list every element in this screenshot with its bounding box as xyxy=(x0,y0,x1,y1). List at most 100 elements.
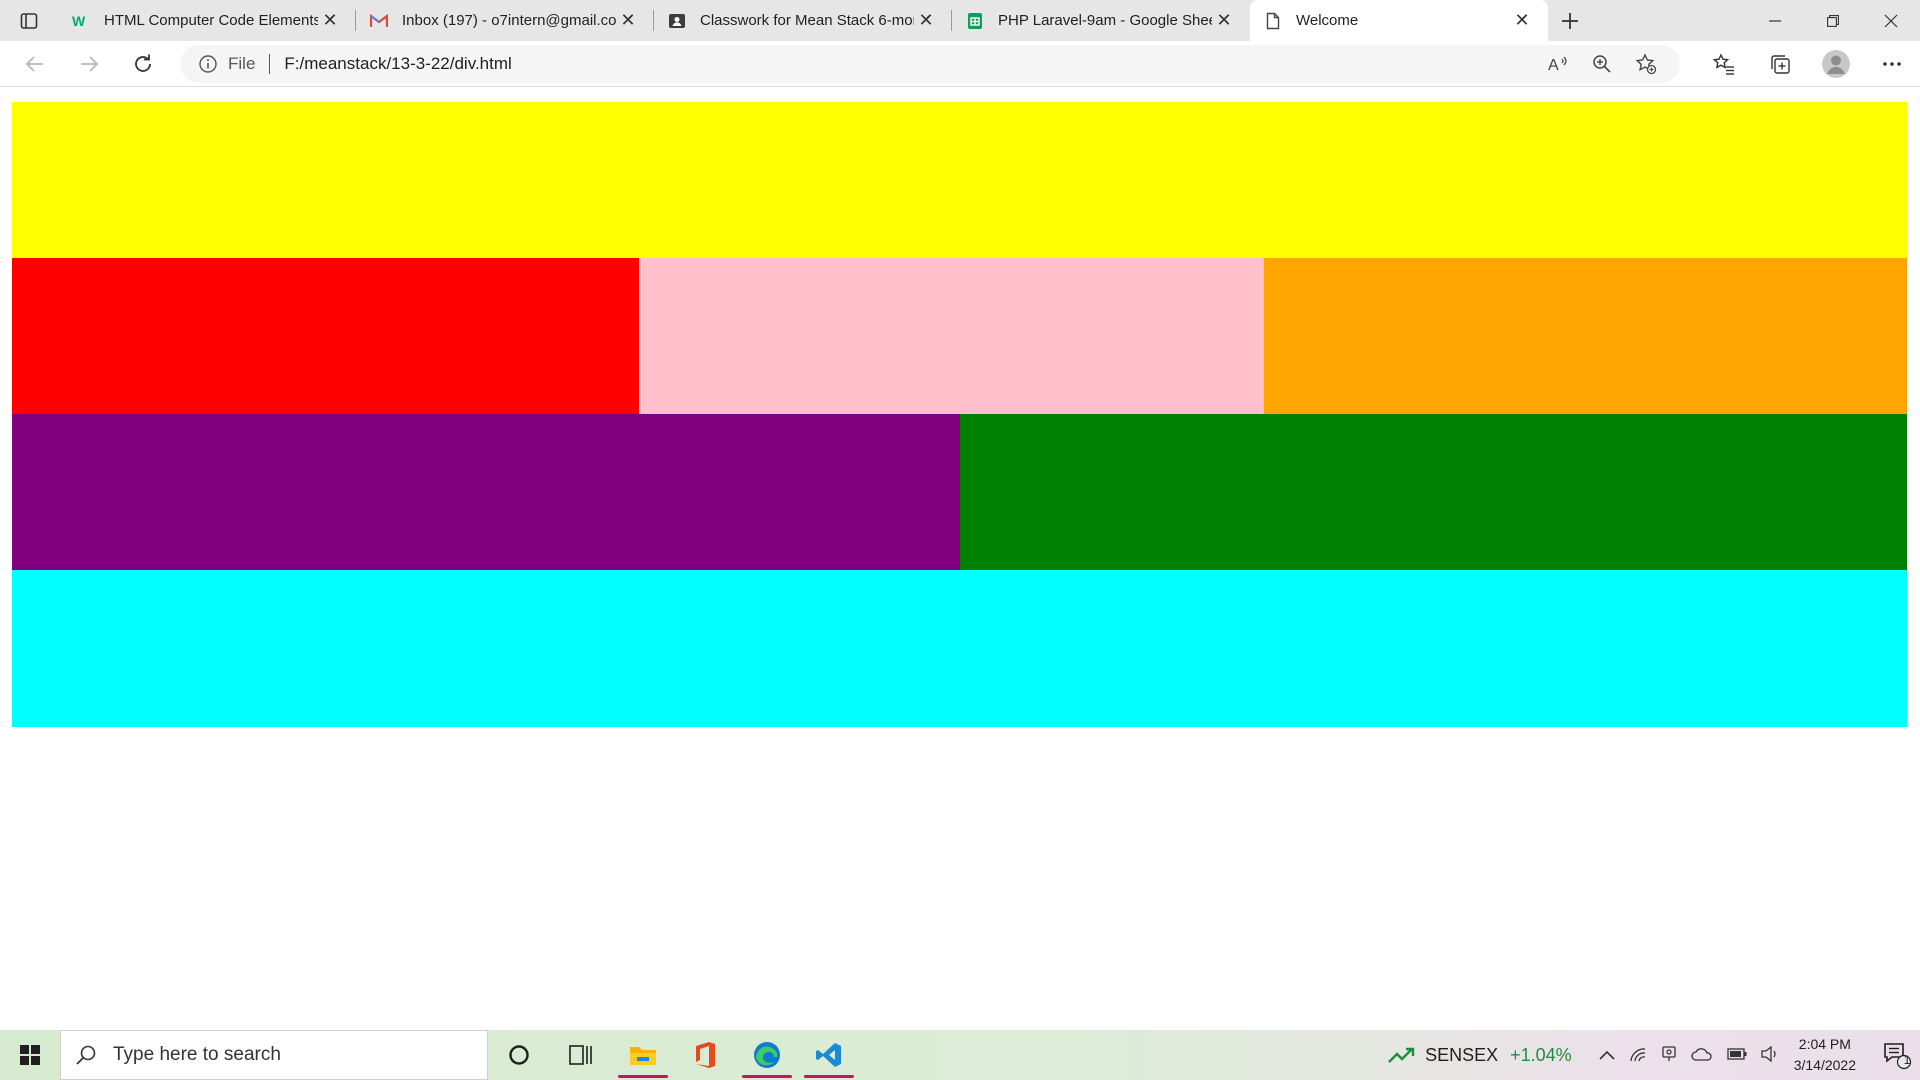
page-icon xyxy=(1264,12,1282,30)
url-text[interactable]: F:/meanstack/13-3-22/div.html xyxy=(284,54,511,74)
search-placeholder: Type here to search xyxy=(113,1044,281,1065)
tab-sheets[interactable]: PHP Laravel-9am - Google Sheets ✕ xyxy=(952,0,1250,41)
onedrive-icon[interactable] xyxy=(1691,1047,1713,1064)
favorites-icon xyxy=(1713,53,1734,75)
tab-close-icon[interactable]: ✕ xyxy=(914,9,938,33)
zoom-icon xyxy=(1593,55,1611,73)
minimize-button[interactable] xyxy=(1746,0,1804,41)
restore-button[interactable] xyxy=(1804,0,1862,41)
collections-button[interactable] xyxy=(1752,53,1808,75)
tab-classroom[interactable]: Classwork for Mean Stack 6-month ✕ xyxy=(654,0,952,41)
scheme-label: File xyxy=(228,54,256,73)
forward-button[interactable] xyxy=(62,44,116,84)
file-explorer-button[interactable] xyxy=(612,1030,674,1080)
vscode-button[interactable] xyxy=(798,1030,860,1080)
battery-icon[interactable] xyxy=(1727,1047,1747,1063)
tab-title: Classwork for Mean Stack 6-month xyxy=(700,12,914,29)
address-divider xyxy=(269,54,271,74)
tab-actions-icon xyxy=(20,12,38,29)
address-bar-actions: A xyxy=(1536,45,1668,83)
read-aloud-icon: A xyxy=(1548,56,1567,74)
zoom-button[interactable] xyxy=(1580,54,1624,74)
address-bar[interactable]: File F:/meanstack/13-3-22/div.html A xyxy=(180,45,1680,83)
volume-icon[interactable] xyxy=(1761,1045,1779,1065)
add-favorite-button[interactable] xyxy=(1624,53,1668,75)
svg-text:A: A xyxy=(1548,57,1559,74)
windows-logo-icon xyxy=(20,1045,40,1065)
close-icon xyxy=(1884,14,1898,27)
svg-text:W: W xyxy=(72,14,86,28)
tab-title: PHP Laravel-9am - Google Sheets xyxy=(998,12,1212,29)
forward-arrow-icon xyxy=(81,55,99,72)
tab-bar: W HTML Computer Code Elements ✕ Inbox (1… xyxy=(0,0,1920,41)
w3schools-icon: W xyxy=(72,12,90,30)
ticker-name: SENSEX xyxy=(1425,1044,1499,1065)
notification-count: 1 xyxy=(1903,1053,1911,1067)
purple-block xyxy=(12,414,960,570)
star-add-icon xyxy=(1635,53,1657,75)
sheets-icon xyxy=(966,12,984,30)
profile-button[interactable] xyxy=(1808,49,1864,79)
cortana-button[interactable] xyxy=(488,1030,550,1080)
close-window-button[interactable] xyxy=(1862,0,1920,41)
orange-block xyxy=(1264,258,1907,414)
tab-close-icon[interactable]: ✕ xyxy=(1510,9,1534,33)
office-icon xyxy=(696,1042,715,1068)
tab-w3schools[interactable]: W HTML Computer Code Elements ✕ xyxy=(58,0,356,41)
plus-icon xyxy=(1562,12,1578,29)
notification-center-button[interactable]: 1 xyxy=(1874,1030,1920,1080)
red-block xyxy=(12,258,639,414)
restore-icon xyxy=(1827,14,1839,27)
task-view-button[interactable] xyxy=(550,1030,612,1080)
avatar-icon xyxy=(1822,50,1850,78)
stocks-widget[interactable]: SENSEX +1.04% xyxy=(1387,1045,1572,1066)
meet-now-icon[interactable] xyxy=(1661,1045,1677,1066)
refresh-icon xyxy=(135,54,151,72)
tab-close-icon[interactable]: ✕ xyxy=(1212,9,1236,33)
pink-block xyxy=(639,258,1264,414)
tab-actions-button[interactable] xyxy=(0,0,58,41)
cyan-block xyxy=(12,570,1907,727)
clock[interactable]: 2:04 PM 3/14/2022 xyxy=(1794,1034,1856,1076)
taskbar-search-box[interactable]: Type here to search xyxy=(60,1030,488,1080)
favorites-button[interactable] xyxy=(1696,53,1752,75)
running-indicator xyxy=(804,1075,854,1078)
folder-icon xyxy=(630,1047,656,1065)
edge-button[interactable] xyxy=(736,1030,798,1080)
tab-title: HTML Computer Code Elements xyxy=(104,12,318,29)
more-icon xyxy=(1883,62,1901,66)
tab-gmail[interactable]: Inbox (197) - o7intern@gmail.com ✕ xyxy=(356,0,654,41)
office-button[interactable] xyxy=(674,1030,736,1080)
settings-more-button[interactable] xyxy=(1864,61,1920,67)
gmail-icon xyxy=(370,12,388,30)
classroom-icon xyxy=(668,12,686,30)
tab-title: Inbox (197) - o7intern@gmail.com xyxy=(402,12,616,29)
ticker-change: +1.04% xyxy=(1510,1044,1572,1065)
tab-welcome[interactable]: Welcome ✕ xyxy=(1250,0,1548,41)
green-block xyxy=(960,414,1907,570)
chevron-up-icon[interactable] xyxy=(1599,1047,1615,1063)
system-tray: SENSEX +1.04% 2:04 PM 3/14/2022 1 xyxy=(1387,1030,1920,1080)
refresh-button[interactable] xyxy=(116,44,170,84)
search-icon xyxy=(76,1045,96,1065)
page-content xyxy=(0,88,1920,1030)
tab-close-icon[interactable]: ✕ xyxy=(318,9,342,33)
clock-date: 3/14/2022 xyxy=(1793,1057,1856,1073)
network-icon[interactable] xyxy=(1629,1046,1647,1065)
task-view-icon xyxy=(569,1045,592,1065)
read-aloud-button[interactable]: A xyxy=(1536,54,1580,74)
back-button[interactable] xyxy=(8,44,62,84)
vscode-icon xyxy=(816,1043,841,1067)
navigation-bar: File F:/meanstack/13-3-22/div.html A xyxy=(0,41,1920,87)
tab-close-icon[interactable]: ✕ xyxy=(616,9,640,33)
clock-time: 2:04 PM xyxy=(1798,1036,1851,1052)
new-tab-button[interactable] xyxy=(1548,0,1592,41)
taskbar: Type here to search SENSEX +1.04% 2:04 P… xyxy=(0,1030,1920,1080)
trend-up-icon xyxy=(1388,1047,1415,1063)
window-controls xyxy=(1746,0,1920,41)
start-button[interactable] xyxy=(0,1030,60,1080)
edge-icon xyxy=(754,1042,780,1068)
browser-toolbar xyxy=(1696,41,1920,87)
info-icon xyxy=(199,55,217,73)
collections-icon xyxy=(1771,55,1790,74)
